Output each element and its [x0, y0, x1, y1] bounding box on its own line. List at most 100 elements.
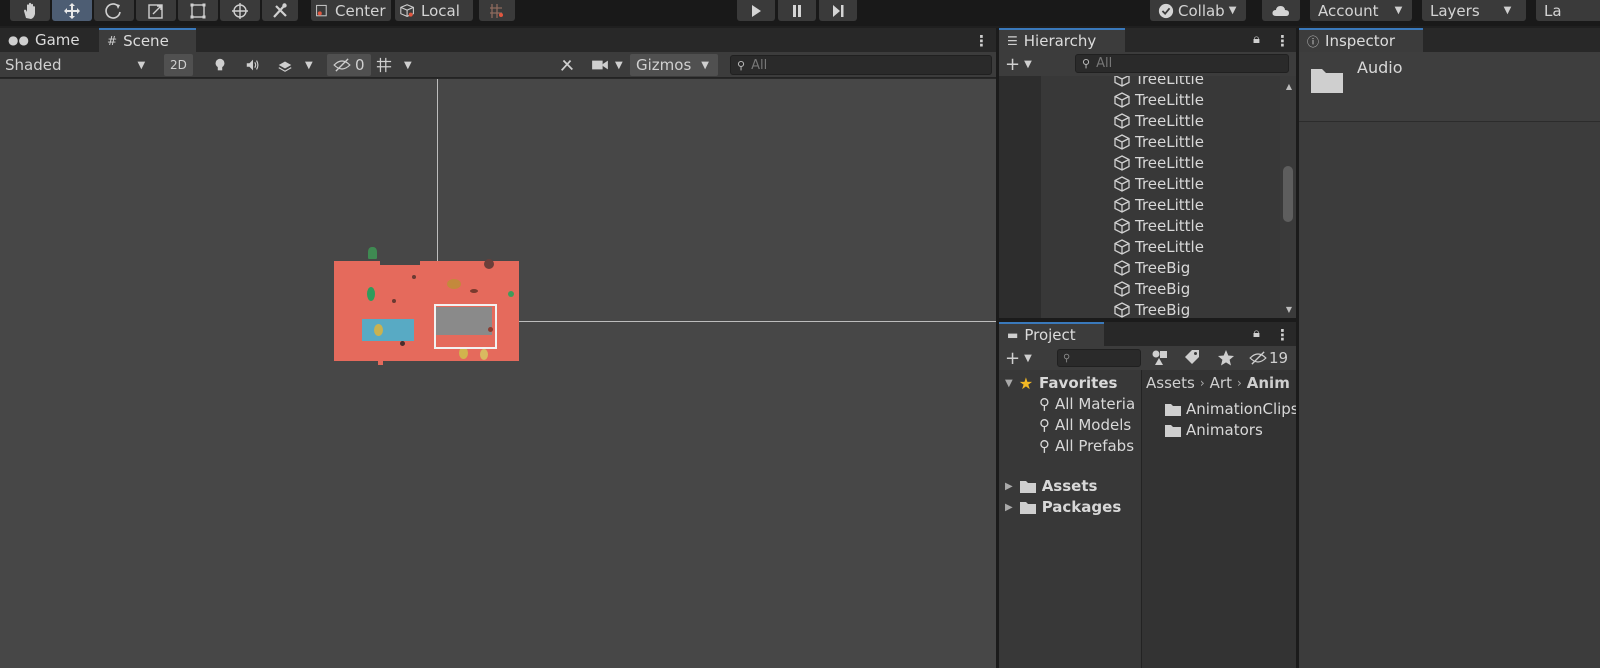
scene-search-input[interactable]: ⚲ All [730, 55, 992, 75]
chevron-down-icon: ▼ [1024, 352, 1032, 364]
move-tool-button[interactable] [52, 0, 92, 21]
tab-scene[interactable]: # Scene [99, 28, 196, 52]
pivot-center-button[interactable]: Center [311, 0, 391, 21]
hierarchy-menu-icon[interactable]: ⋮ [1275, 32, 1290, 50]
favorites-item[interactable]: ▼ ★ Favorites [1005, 373, 1117, 393]
camera-dropdown[interactable]: ▼ [591, 54, 623, 76]
pivot-icon [316, 4, 327, 16]
assets-folder-item[interactable]: ▶ Assets [1005, 476, 1097, 496]
cloud-button[interactable] [1262, 0, 1300, 21]
layout-dropdown[interactable]: La [1536, 0, 1600, 21]
effects-toggle[interactable]: ▼ [277, 54, 313, 76]
collab-dropdown[interactable]: Collab ▼ [1150, 0, 1246, 21]
list-item[interactable]: TreeLittle [1113, 76, 1204, 89]
account-dropdown[interactable]: Account ▼ [1310, 0, 1412, 21]
draw-mode-dropdown[interactable]: Shaded ▼ [5, 54, 155, 76]
transform-tool-button[interactable] [220, 0, 260, 21]
list-item[interactable]: TreeLittle [1113, 216, 1204, 236]
hidden-packages-toggle[interactable]: 19 [1249, 346, 1288, 370]
grid-toggle[interactable]: ▼ [376, 54, 412, 76]
favorite-item[interactable]: ⚲ All Models [1039, 415, 1131, 435]
list-item[interactable]: TreeBig [1113, 279, 1190, 299]
list-item[interactable]: TreeBig [1113, 300, 1190, 318]
project-toolbar: + ▼ ⚲ 19 [999, 346, 1296, 370]
rect-tool-button[interactable] [178, 0, 218, 21]
list-item[interactable]: TreeLittle [1113, 195, 1204, 215]
cube-icon [1114, 134, 1130, 150]
list-item[interactable]: TreeLittle [1113, 153, 1204, 173]
grid-icon: # [107, 34, 118, 48]
filter-label-button[interactable] [1183, 349, 1201, 371]
project-panel: ▬ Project 🔒︎ ⋮ + ▼ ⚲ 19 ▼ ★ Favorites ⚲ … [999, 322, 1296, 668]
snap-grid-button[interactable] [479, 0, 515, 21]
lock-icon[interactable]: 🔒︎ [1253, 32, 1260, 47]
favorite-item[interactable]: ⚲ All Prefabs [1039, 436, 1134, 456]
scene-menu-icon[interactable]: ⋮ [974, 32, 989, 50]
create-asset-dropdown[interactable]: + ▼ [1005, 346, 1032, 370]
chevron-right-icon[interactable]: ▶ [1005, 502, 1013, 513]
project-search-input[interactable]: ⚲ [1057, 349, 1141, 367]
item-label: TreeLittle [1135, 133, 1204, 151]
breadcrumb-item[interactable]: Art [1210, 374, 1232, 392]
play-button[interactable] [737, 0, 775, 21]
rock-sprite [400, 341, 405, 346]
hierarchy-scrollbar[interactable]: ▲ ▼ [1280, 76, 1296, 318]
rotate-tool-button[interactable] [94, 0, 134, 21]
tab-scene-label: Scene [123, 32, 169, 50]
list-item[interactable]: TreeLittle [1113, 132, 1204, 152]
list-item[interactable]: TreeLittle [1113, 111, 1204, 131]
scale-tool-button[interactable] [136, 0, 176, 21]
pause-button[interactable] [778, 0, 816, 21]
chevron-down-icon[interactable]: ▼ [1005, 378, 1013, 389]
chevron-right-icon[interactable]: ▶ [1005, 481, 1013, 492]
2d-toggle-button[interactable]: 2D [164, 54, 193, 76]
rect-tool-icon [190, 3, 206, 18]
favorite-filter-button[interactable] [1217, 349, 1235, 371]
folder-icon [1019, 501, 1036, 514]
audio-toggle[interactable] [245, 54, 261, 76]
tab-project[interactable]: ▬ Project [999, 322, 1104, 346]
grid-icon [376, 57, 392, 73]
scrollbar-thumb[interactable] [1283, 166, 1293, 222]
pivot-local-button[interactable]: Local [395, 0, 473, 21]
local-cube-icon [400, 3, 414, 17]
scroll-up-icon[interactable]: ▲ [1286, 82, 1292, 91]
tab-hierarchy-label: Hierarchy [1023, 32, 1097, 50]
hidden-objects-toggle[interactable]: 0 [327, 54, 371, 76]
list-item[interactable]: TreeLittle [1113, 237, 1204, 257]
item-label: TreeLittle [1135, 175, 1204, 193]
breadcrumb-item[interactable]: Assets [1146, 374, 1195, 392]
chevron-down-icon[interactable]: ▼ [305, 60, 313, 71]
step-button[interactable] [819, 0, 857, 21]
tab-hierarchy[interactable]: ☰ Hierarchy [999, 28, 1125, 52]
custom-tool-button[interactable] [262, 0, 298, 21]
star-icon [1218, 350, 1234, 366]
folder-item[interactable]: AnimationClips [1164, 399, 1296, 419]
breadcrumb-item[interactable]: Anim [1247, 374, 1290, 392]
project-menu-icon[interactable]: ⋮ [1275, 326, 1290, 344]
gizmos-dropdown[interactable]: Gizmos ▼ [630, 54, 718, 76]
create-dropdown[interactable]: + ▼ [1005, 52, 1032, 76]
scene-viewport[interactable] [0, 79, 996, 668]
chevron-down-icon[interactable]: ▼ [404, 60, 412, 71]
cube-icon [1114, 260, 1130, 276]
tab-game[interactable]: ●● Game [0, 28, 96, 52]
scene-search-placeholder: All [751, 57, 768, 73]
hand-tool-button[interactable] [10, 0, 50, 21]
lock-icon[interactable]: 🔒︎ [1253, 326, 1260, 341]
packages-folder-item[interactable]: ▶ Packages [1005, 497, 1121, 517]
layers-dropdown[interactable]: Layers ▼ [1422, 0, 1526, 21]
list-item[interactable]: TreeBig [1113, 258, 1190, 278]
scroll-down-icon[interactable]: ▼ [1286, 305, 1292, 314]
scale-icon [148, 3, 163, 19]
scene-tools-button[interactable] [559, 54, 575, 76]
collab-label: Collab [1178, 1, 1225, 20]
folder-item[interactable]: Animators [1164, 420, 1263, 440]
list-item[interactable]: TreeLittle [1113, 174, 1204, 194]
list-item[interactable]: TreeLittle [1113, 90, 1204, 110]
hierarchy-search-input[interactable]: ⚲ All [1075, 54, 1289, 73]
tab-inspector[interactable]: ⓘ Inspector [1299, 28, 1423, 52]
favorite-item[interactable]: ⚲ All Materia [1039, 394, 1135, 414]
lighting-toggle[interactable] [212, 54, 228, 76]
filter-type-button[interactable] [1151, 349, 1169, 371]
